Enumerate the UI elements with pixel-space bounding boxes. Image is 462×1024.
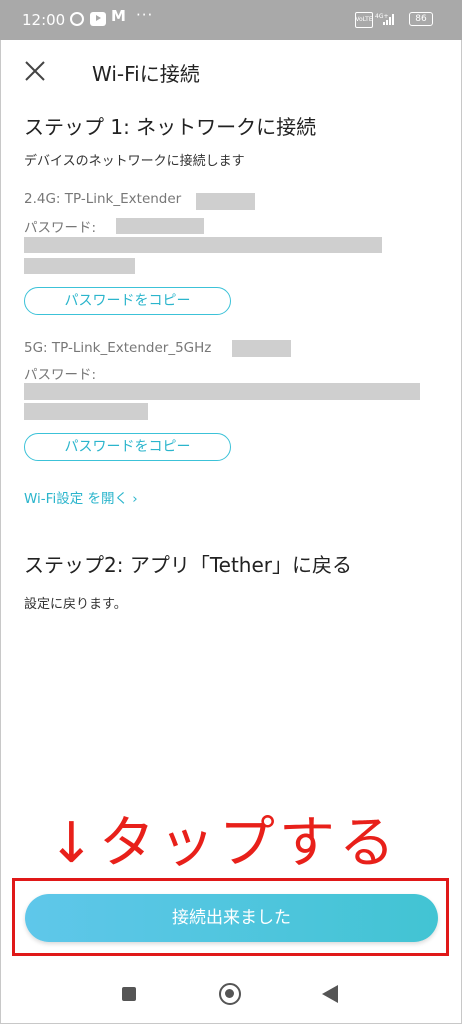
mcdonalds-icon: M: [111, 7, 126, 25]
password-5-label: パスワード:: [24, 367, 97, 383]
step1-description: デバイスのネットワークに接続します: [24, 154, 245, 169]
page-title: Wi-Fiに接続: [92, 62, 200, 86]
chat-icon: [70, 12, 84, 26]
network-type-text: 4G+: [375, 13, 389, 20]
battery-icon: 86: [409, 12, 433, 26]
back-icon[interactable]: [322, 985, 338, 1003]
open-wifi-settings-link[interactable]: Wi-Fi設定 を開く ›: [24, 487, 138, 507]
tap-annotation: ↓タップする: [48, 811, 399, 876]
redacted-ssid-suffix: [196, 193, 255, 210]
redacted-password-24-line2: [24, 237, 382, 253]
status-bar: 12:00 M ··· VoLTE 4G+ 86: [0, 0, 462, 40]
close-icon[interactable]: [24, 60, 46, 82]
volte-icon: VoLTE: [355, 12, 373, 28]
recent-apps-icon[interactable]: [122, 987, 136, 1001]
status-time: 12:00: [22, 11, 66, 29]
redacted-password-24: [116, 218, 204, 234]
more-notifications-icon: ···: [136, 6, 154, 24]
password-24-label: パスワード:: [24, 220, 97, 236]
copy-password-24-button[interactable]: パスワードをコピー: [24, 287, 231, 315]
connected-button[interactable]: 接続出来ました: [25, 894, 438, 942]
ssid-24-label: 2.4G: TP-Link_Extender: [24, 191, 182, 207]
step2-heading: ステップ2: アプリ「Tether」に戻る: [24, 553, 352, 577]
redacted-password-5: [24, 383, 420, 400]
signal-icon: 4G+: [375, 12, 397, 26]
redacted-ssid5-suffix: [232, 340, 291, 357]
redacted-password-24-line3: [24, 258, 135, 274]
youtube-icon: [90, 12, 106, 26]
ssid-5-label: 5G: TP-Link_Extender_5GHz: [24, 340, 212, 356]
step2-description: 設定に戻ります。: [24, 597, 127, 612]
redacted-password-5-line2: [24, 403, 148, 420]
home-icon[interactable]: [219, 983, 241, 1005]
step1-heading: ステップ 1: ネットワークに接続: [24, 115, 317, 139]
copy-password-5-button[interactable]: パスワードをコピー: [24, 433, 231, 461]
